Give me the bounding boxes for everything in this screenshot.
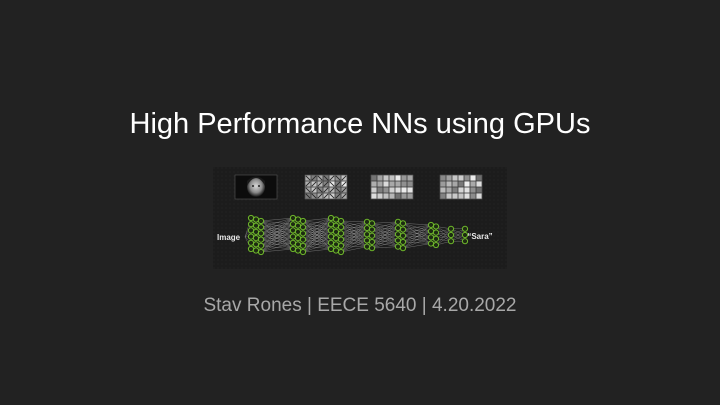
network-node: [368, 220, 376, 227]
network-node: [294, 247, 302, 254]
network-node: [247, 245, 255, 253]
network-node: [447, 231, 455, 239]
network-node: [289, 227, 297, 234]
network-node: [327, 221, 335, 228]
presentation-slide: High Performance NNs using GPUs Image “S…: [0, 0, 720, 405]
input-face-image: [234, 174, 278, 200]
network-node: [247, 214, 255, 222]
network-node: [299, 242, 307, 249]
network-node: [399, 232, 407, 239]
network-node: [427, 228, 435, 235]
network-node: [294, 216, 302, 223]
network-node: [332, 241, 340, 248]
network-node: [252, 235, 260, 242]
network-node: [337, 236, 345, 243]
network-node: [294, 241, 302, 248]
network-node: [368, 232, 376, 239]
network-node: [332, 247, 340, 254]
network-node: [394, 237, 402, 244]
network-node: [332, 228, 340, 236]
network-node: [332, 216, 340, 223]
network-node: [327, 233, 335, 240]
network-node: [394, 243, 402, 250]
network-node: [432, 223, 440, 230]
input-label: Image: [217, 233, 241, 242]
network-node: [257, 230, 265, 237]
network-node: [337, 224, 345, 231]
network-node: [247, 233, 255, 240]
network-node: [332, 235, 340, 242]
network-node: [368, 245, 376, 252]
neural-network-diagram: Image “Sara”: [213, 167, 507, 269]
network-node: [394, 218, 402, 225]
network-node: [294, 228, 302, 236]
network-node: [337, 248, 345, 256]
network-node: [247, 239, 255, 246]
feature-map-thumbnail: [304, 174, 348, 200]
network-node: [247, 221, 255, 228]
network-node: [257, 248, 265, 256]
network-node: [399, 226, 407, 233]
slide-title: High Performance NNs using GPUs: [129, 108, 591, 140]
network-node: [247, 227, 255, 234]
network-node: [427, 221, 435, 229]
network-node: [299, 224, 307, 231]
network-node: [432, 241, 440, 249]
network-node: [394, 231, 402, 238]
network-node: [427, 240, 435, 247]
network-node: [327, 227, 335, 234]
feature-map-thumbnail: [370, 174, 414, 200]
network-node: [289, 221, 297, 228]
network-node: [252, 228, 260, 236]
network-node: [299, 230, 307, 237]
network-node: [294, 235, 302, 242]
output-label: “Sara”: [467, 232, 492, 241]
network-node: [327, 245, 335, 253]
network-node: [252, 216, 260, 223]
network-node: [399, 238, 407, 246]
network-node: [257, 217, 265, 225]
network-node: [368, 238, 376, 246]
network-node: [363, 231, 371, 238]
network-node: [289, 214, 297, 222]
network-node: [337, 230, 345, 237]
network-node: [299, 248, 307, 256]
network-node: [432, 235, 440, 242]
network-node: [363, 218, 371, 225]
network-node: [299, 236, 307, 243]
network-node: [399, 220, 407, 227]
network-node: [299, 217, 307, 225]
slide-subtitle: Stav Rones | EECE 5640 | 4.20.2022: [203, 295, 517, 316]
network-node: [327, 214, 335, 222]
network-node: [461, 225, 469, 232]
network-node: [394, 224, 402, 232]
network-node: [257, 236, 265, 243]
network-node: [427, 234, 435, 241]
network-node: [447, 238, 455, 245]
network-node: [337, 217, 345, 225]
network-node: [363, 224, 371, 232]
network-node: [332, 222, 340, 229]
network-node: [432, 229, 440, 236]
network-node: [363, 243, 371, 250]
network-node: [289, 233, 297, 240]
network-node: [327, 239, 335, 246]
network-node: [252, 222, 260, 229]
network-node: [294, 222, 302, 229]
feature-map-thumbnail: [439, 174, 483, 200]
network-node: [363, 237, 371, 244]
network-node: [289, 245, 297, 253]
network-node: [289, 239, 297, 246]
network-node: [447, 225, 455, 232]
neural-network-svg: Image “Sara”: [213, 167, 507, 269]
network-node: [257, 224, 265, 231]
network-node: [399, 245, 407, 252]
network-node: [252, 241, 260, 248]
network-node: [257, 242, 265, 249]
network-node: [368, 226, 376, 233]
network-node: [337, 242, 345, 249]
network-node: [252, 247, 260, 254]
